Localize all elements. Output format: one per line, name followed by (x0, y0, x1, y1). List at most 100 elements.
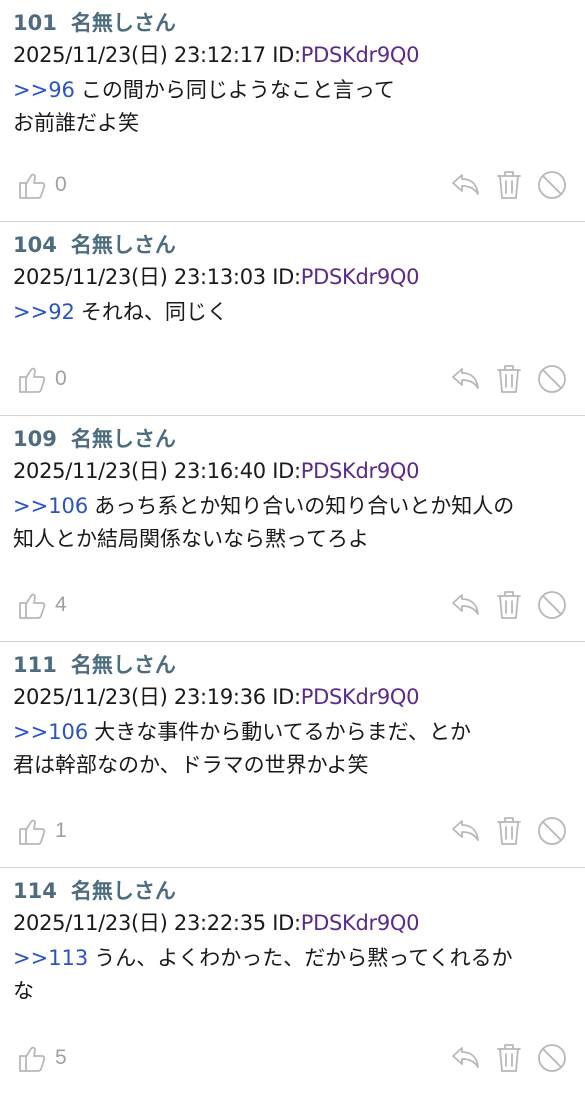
post-actions: 4 (0, 571, 585, 641)
post-body: >>92 それね、同じく (13, 296, 571, 329)
trash-icon[interactable] (492, 1041, 526, 1075)
poster-id[interactable]: PDSKdr9Q0 (301, 459, 420, 483)
post-text: それね、同じく (80, 300, 228, 324)
id-label: ID: (272, 685, 301, 709)
block-icon[interactable] (535, 1041, 569, 1075)
like-button[interactable]: 0 (17, 362, 67, 396)
poster-id[interactable]: PDSKdr9Q0 (301, 685, 420, 709)
post-text: 大きな事件から動いてるからまだ、とか (94, 720, 472, 744)
trash-icon[interactable] (492, 814, 526, 848)
post-meta: 2025/11/23(日) 23:16:40 ID:PDSKdr9Q0 (13, 454, 571, 488)
post-meta: 2025/11/23(日) 23:22:35 ID:PDSKdr9Q0 (13, 906, 571, 940)
block-icon[interactable] (535, 362, 569, 396)
like-count: 5 (55, 1046, 67, 1069)
post-actions: 1 (0, 797, 585, 867)
thumbs-up-icon (17, 815, 49, 847)
id-label: ID: (272, 459, 301, 483)
reply-icon[interactable] (449, 814, 483, 848)
block-icon[interactable] (535, 588, 569, 622)
id-label: ID: (272, 265, 301, 289)
like-button[interactable]: 5 (17, 1041, 67, 1075)
like-button[interactable]: 1 (17, 814, 67, 848)
trash-icon[interactable] (492, 362, 526, 396)
anchor-link[interactable]: >>92 (13, 300, 75, 324)
post-date: 2025/11/23(日) 23:22:35 (13, 911, 266, 935)
anchor-link[interactable]: >>96 (13, 78, 75, 102)
like-button[interactable]: 4 (17, 588, 67, 622)
poster-name: 名無しさん (70, 879, 176, 903)
post-header: 111 名無しさん (13, 650, 571, 680)
post-line: お前誰だよ笑 (13, 111, 139, 135)
post-number[interactable]: 104 (13, 233, 57, 257)
post-body: >>106 大きな事件から動いてるからまだ、とか 君は幹部なのか、ドラマの世界かよ… (13, 716, 571, 782)
post-date: 2025/11/23(日) 23:12:17 (13, 43, 266, 67)
post-actions: 5 (0, 1024, 585, 1094)
thumbs-up-icon (17, 169, 49, 201)
post-number[interactable]: 111 (13, 653, 57, 677)
like-button[interactable]: 0 (17, 168, 67, 202)
reply-icon[interactable] (449, 1041, 483, 1075)
post: 111 名無しさん 2025/11/23(日) 23:19:36 ID:PDSKd… (0, 642, 585, 868)
poster-id[interactable]: PDSKdr9Q0 (301, 911, 420, 935)
post-text: あっち系とか知り合いの知り合いとか知人の (94, 494, 515, 518)
thread: 101 名無しさん 2025/11/23(日) 23:12:17 ID:PDSKd… (0, 0, 585, 1094)
post-line: 知人とか結局関係ないなら黙ってろよ (13, 527, 369, 551)
id-label: ID: (272, 43, 301, 67)
post-text: うん、よくわかった、だから黙ってくれるか (94, 946, 513, 970)
post-header: 109 名無しさん (13, 424, 571, 454)
post-meta: 2025/11/23(日) 23:19:36 ID:PDSKdr9Q0 (13, 680, 571, 714)
trash-icon[interactable] (492, 168, 526, 202)
anchor-link[interactable]: >>106 (13, 720, 88, 744)
post-date: 2025/11/23(日) 23:16:40 (13, 459, 266, 483)
post-text: この間から同じようなこと言って (80, 78, 395, 102)
id-label: ID: (272, 911, 301, 935)
trash-icon[interactable] (492, 588, 526, 622)
post-number[interactable]: 109 (13, 427, 57, 451)
reply-icon[interactable] (449, 168, 483, 202)
post-header: 101 名無しさん (13, 8, 571, 38)
reply-icon[interactable] (449, 588, 483, 622)
poster-id[interactable]: PDSKdr9Q0 (301, 265, 420, 289)
post-number[interactable]: 101 (13, 11, 57, 35)
post-line: >>106 あっち系とか知り合いの知り合いとか知人の (13, 490, 571, 523)
like-count: 1 (55, 819, 67, 842)
post-body: >>106 あっち系とか知り合いの知り合いとか知人の 知人とか結局関係ないなら黙っ… (13, 490, 571, 556)
thumbs-up-icon (17, 1042, 49, 1074)
post-body: >>113 うん、よくわかった、だから黙ってくれるか な (13, 942, 571, 1008)
post-date: 2025/11/23(日) 23:13:03 (13, 265, 266, 289)
block-icon[interactable] (535, 814, 569, 848)
reply-icon[interactable] (449, 362, 483, 396)
poster-name: 名無しさん (70, 653, 176, 677)
post: 109 名無しさん 2025/11/23(日) 23:16:40 ID:PDSKd… (0, 416, 585, 642)
anchor-link[interactable]: >>106 (13, 494, 88, 518)
like-count: 0 (55, 367, 67, 390)
anchor-link[interactable]: >>113 (13, 946, 88, 970)
poster-id[interactable]: PDSKdr9Q0 (301, 43, 420, 67)
poster-name: 名無しさん (70, 11, 176, 35)
post-actions: 0 (0, 151, 585, 221)
like-count: 0 (55, 173, 67, 196)
post-line: >>106 大きな事件から動いてるからまだ、とか (13, 716, 571, 749)
post-number[interactable]: 114 (13, 879, 57, 903)
poster-name: 名無しさん (70, 233, 176, 257)
poster-name: 名無しさん (70, 427, 176, 451)
post-line: >>96 この間から同じようなこと言って (13, 74, 571, 107)
post: 104 名無しさん 2025/11/23(日) 23:13:03 ID:PDSKd… (0, 222, 585, 416)
post-date: 2025/11/23(日) 23:19:36 (13, 685, 266, 709)
post-line: >>113 うん、よくわかった、だから黙ってくれるか (13, 942, 571, 975)
post-line: 君は幹部なのか、ドラマの世界かよ笑 (13, 753, 369, 777)
post-meta: 2025/11/23(日) 23:13:03 ID:PDSKdr9Q0 (13, 260, 571, 294)
post: 101 名無しさん 2025/11/23(日) 23:12:17 ID:PDSKd… (0, 0, 585, 222)
post-line: >>92 それね、同じく (13, 296, 571, 329)
thumbs-up-icon (17, 589, 49, 621)
post-meta: 2025/11/23(日) 23:12:17 ID:PDSKdr9Q0 (13, 38, 571, 72)
post-actions: 0 (0, 345, 585, 415)
post: 114 名無しさん 2025/11/23(日) 23:22:35 ID:PDSKd… (0, 868, 585, 1094)
block-icon[interactable] (535, 168, 569, 202)
post-body: >>96 この間から同じようなこと言って お前誰だよ笑 (13, 74, 571, 140)
post-header: 114 名無しさん (13, 876, 571, 906)
post-header: 104 名無しさん (13, 230, 571, 260)
post-line: な (13, 979, 34, 1003)
like-count: 4 (55, 593, 67, 616)
thumbs-up-icon (17, 363, 49, 395)
